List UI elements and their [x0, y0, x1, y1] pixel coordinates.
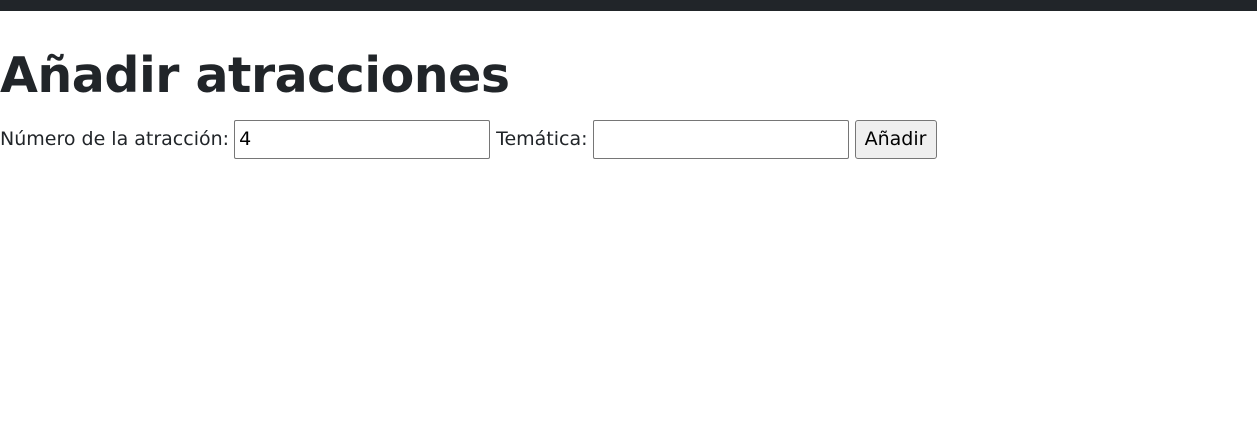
numero-label: Número de la atracción:	[0, 128, 230, 150]
tematica-input[interactable]	[592, 119, 849, 159]
top-navbar	[0, 0, 1257, 11]
page-title: Añadir atracciones	[0, 47, 510, 104]
tematica-label: Temática:	[496, 128, 588, 150]
add-attraction-form: Número de la atracción: Temática: Añadir	[0, 119, 937, 159]
add-button[interactable]: Añadir	[854, 119, 937, 159]
numero-input[interactable]	[234, 119, 491, 159]
